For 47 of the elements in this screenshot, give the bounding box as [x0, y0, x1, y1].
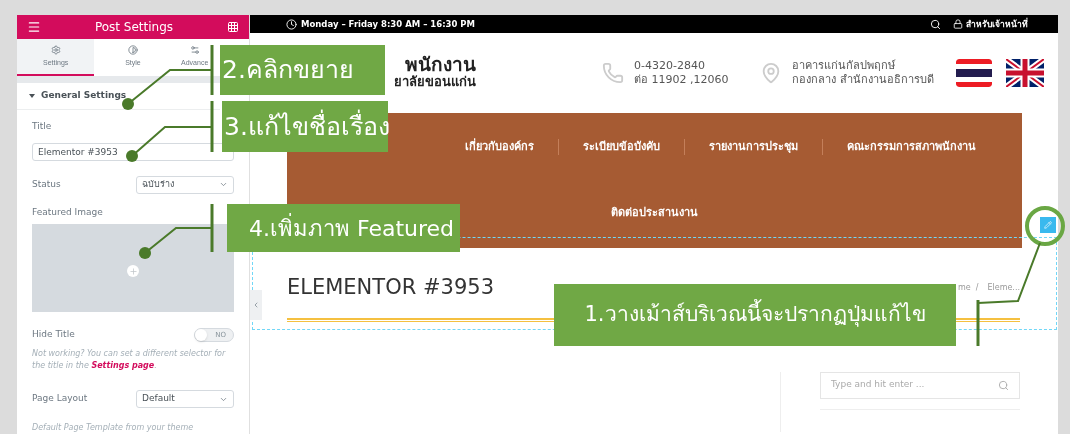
help-text: Not working? You can set a different selector for the title in the Settings page.: [32, 348, 227, 372]
search-icon: [998, 379, 1009, 391]
page-title: ELEMENTOR #3953: [287, 274, 494, 301]
title-input[interactable]: Elementor #3953: [32, 142, 234, 161]
clock-icon: [286, 18, 297, 30]
field-label: Hide Title: [32, 328, 75, 342]
caret-icon: [219, 180, 228, 189]
field-label: Title: [32, 120, 53, 133]
uk-flag-icon[interactable]: [1006, 59, 1044, 87]
add-icon: [127, 265, 139, 277]
callout-label: 3.แก้ไขชื่อเรื่อง: [222, 101, 388, 152]
office-hours: Monday – Friday 8:30 AM – 16:30 PM: [301, 17, 476, 31]
breadcrumb-link[interactable]: me: [958, 281, 971, 294]
field-label: Page Layout: [32, 392, 88, 406]
panel-title: Post Settings: [94, 19, 174, 37]
breadcrumb-link[interactable]: Eleme...: [987, 281, 1020, 294]
panel-collapse-handle[interactable]: [250, 290, 262, 320]
address-line: กองกลาง สำนักงานอธิการบดี: [792, 73, 934, 87]
staff-login-link[interactable]: สำหรับเจ้าหน้าที่: [966, 17, 1028, 31]
select-field[interactable]: Default: [136, 390, 234, 408]
search-icon[interactable]: [930, 18, 941, 30]
breadcrumb-separator: /: [975, 281, 979, 294]
thai-flag-icon[interactable]: [956, 59, 992, 87]
callout-label: 1.วางเม้าส์บริเวณนี้จะปรากฏปุ่มแก้ไข: [554, 284, 956, 346]
phone-number: ต่อ 11902 ,12060: [634, 73, 729, 87]
nav-link[interactable]: รายงานการประชุม: [684, 138, 822, 156]
select-field[interactable]: ฉบับร่าง: [136, 175, 234, 194]
chevron-left-icon: [252, 301, 260, 309]
address-line: อาคารแก่นกัลปพฤกษ์: [792, 59, 897, 73]
callout-label: 4.เพิ่มภาพ Featured: [227, 204, 460, 252]
contrast-icon: [128, 44, 138, 55]
logo-subtitle: ยาลัยขอนแก่น: [394, 73, 476, 91]
nav-link[interactable]: คณะกรรมการสภาพนักงาน: [822, 138, 1000, 156]
field-label: Featured Image: [32, 205, 104, 219]
phone-icon: [602, 62, 624, 84]
apps-grid-icon[interactable]: [227, 21, 239, 34]
pencil-icon: [1044, 221, 1052, 229]
nav-link[interactable]: ระเบียบข้อบังคับ: [558, 138, 684, 156]
nav-link[interactable]: ติดต่อประสานงาน: [611, 205, 698, 222]
lock-icon: [953, 19, 963, 29]
menu-icon[interactable]: [27, 20, 41, 35]
help-text: Default Page Template from your theme: [32, 422, 195, 434]
nav-link[interactable]: เกี่ยวกับองค์กร: [441, 138, 558, 156]
phone-number: 0-4320-2840: [634, 59, 706, 73]
field-label: Status: [32, 177, 61, 191]
callout-label: 2.คลิกขยาย: [220, 45, 385, 95]
logo-title: พนักงาน: [405, 55, 476, 73]
